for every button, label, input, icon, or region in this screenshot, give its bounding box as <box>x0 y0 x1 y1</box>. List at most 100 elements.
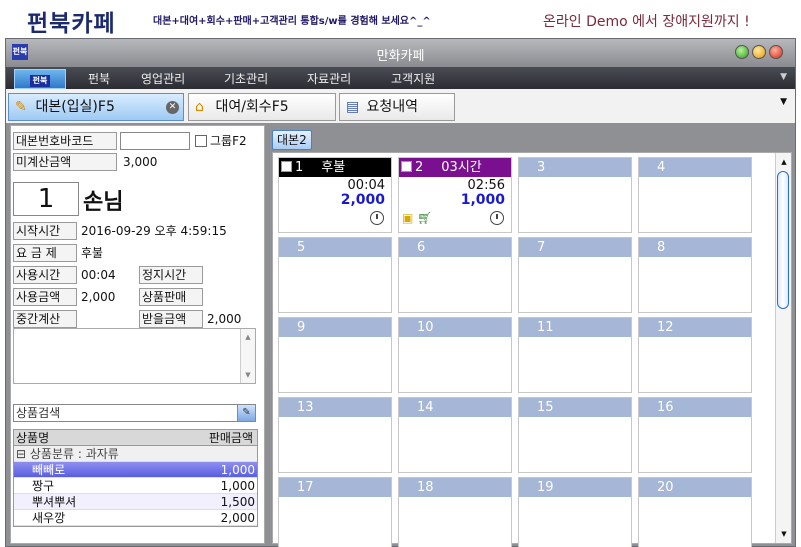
use-time-label: 사용시간 <box>13 266 77 284</box>
title-bar: 펀북 만화카페 <box>6 39 795 67</box>
tab-rental-return[interactable]: ⌂ 대여/회수F5 <box>188 93 336 121</box>
seat-header: 1 후불 <box>279 158 391 177</box>
scroll-up-icon[interactable]: ▲ <box>242 330 254 344</box>
seat-header: 3 <box>519 158 631 177</box>
table-row[interactable]: 뿌셔뿌셔 1,500 <box>14 494 257 510</box>
table-row[interactable]: 새우깡 2,000 <box>14 510 257 526</box>
menu-item-data[interactable]: 자료관리 <box>307 70 351 87</box>
goods-sale-button[interactable]: 상품판매 <box>139 288 203 306</box>
seat-card-6[interactable]: 6 <box>398 237 512 313</box>
seat-header: 2 03시간 <box>399 158 511 177</box>
table-row[interactable]: 빼빼로 1,000 <box>14 462 257 478</box>
category-text: 상품분류 : 과자류 <box>29 447 119 461</box>
scroll-up-icon[interactable]: ▲ <box>778 155 790 169</box>
seat-header: 18 <box>399 478 511 497</box>
category-row[interactable]: ⊟ 상품분류 : 과자류 <box>14 446 257 462</box>
seat-number: 15 <box>537 400 554 415</box>
seat-amount: 1,000 <box>460 192 505 208</box>
maximize-button[interactable] <box>735 45 749 59</box>
seat-card-20[interactable]: 20 <box>638 477 752 547</box>
seat-header: 10 <box>399 318 511 337</box>
seat-card-11[interactable]: 11 <box>518 317 632 393</box>
menu-logo-tab[interactable]: 펀북 <box>14 69 66 89</box>
seat-card-10[interactable]: 10 <box>398 317 512 393</box>
receive-amount-label: 받을금액 <box>139 310 203 328</box>
scroll-down-icon[interactable]: ▼ <box>778 527 790 541</box>
seat-header: 8 <box>639 238 751 257</box>
cart-icon: 🛒︎ <box>417 211 433 225</box>
seat-card-9[interactable]: 9 <box>278 317 392 393</box>
seat-card-15[interactable]: 15 <box>518 397 632 473</box>
memo-scrollbar[interactable]: ▲ ▼ <box>240 329 255 383</box>
barcode-label: 대본번호바코드 <box>13 132 117 150</box>
tab-rental-entry[interactable]: ✎ 대본(입실)F5 ✕ <box>8 93 184 121</box>
seat-number: 11 <box>537 320 554 335</box>
scroll-down-icon[interactable]: ▼ <box>242 368 254 382</box>
seat-grid-scrollbar[interactable]: ▲ ▼ <box>775 153 791 543</box>
close-button[interactable] <box>769 45 783 59</box>
seat-time: 00:04 <box>347 178 385 193</box>
group-label: 그룹F2 <box>210 134 247 148</box>
menu-logo-label: 펀북 <box>29 75 51 87</box>
seat-card-13[interactable]: 13 <box>278 397 392 473</box>
seat-card-1[interactable]: 1 후불 00:04 2,000 <box>278 157 392 233</box>
seat-header: 7 <box>519 238 631 257</box>
seat-card-8[interactable]: 8 <box>638 237 752 313</box>
barcode-input[interactable] <box>120 132 190 150</box>
seat-card-7[interactable]: 7 <box>518 237 632 313</box>
group-checkbox[interactable] <box>195 135 207 147</box>
product-table: 상품명 판매금액 ⊟ 상품분류 : 과자류 빼빼로 1,000 짱구 1,000… <box>13 429 258 527</box>
seat-plan: 03시간 <box>441 160 482 175</box>
menu-expand-icon[interactable]: ▼ <box>780 72 787 82</box>
banner-logo: 펀북카페 <box>27 11 116 37</box>
seat-card-17[interactable]: 17 <box>278 477 392 547</box>
menu-bar: 펀북 펀북 영업관리 기초관리 자료관리 고객지원 ▼ <box>6 67 795 89</box>
seat-card-2[interactable]: 2 03시간 02:56 1,000 ▣ 🛒︎ <box>398 157 512 233</box>
seat-header: 12 <box>639 318 751 337</box>
seat-checkbox[interactable] <box>281 161 292 172</box>
seat-card-18[interactable]: 18 <box>398 477 512 547</box>
menu-item-funbook[interactable]: 펀북 <box>88 70 110 87</box>
menu-item-basic[interactable]: 기초관리 <box>224 70 268 87</box>
banner: 펀북카페 대본+대여+회수+판매+고객관리 통합s/w를 경험해 보세요^_^ … <box>0 0 801 38</box>
seat-card-19[interactable]: 19 <box>518 477 632 547</box>
menu-item-sales[interactable]: 영업관리 <box>141 70 185 87</box>
tab-requests[interactable]: ▤ 요청내역 <box>339 93 455 121</box>
seat-card-4[interactable]: 4 <box>638 157 752 233</box>
seat-checkbox[interactable] <box>401 161 412 172</box>
seat-number: 7 <box>537 240 546 255</box>
tab-close-icon[interactable]: ✕ <box>166 101 179 114</box>
product-price: 2,000 <box>220 511 255 525</box>
seat-card-16[interactable]: 16 <box>638 397 752 473</box>
use-time-value: 00:04 <box>81 268 116 282</box>
memo-textarea[interactable]: ▲ ▼ <box>13 328 256 384</box>
seat-card-5[interactable]: 5 <box>278 237 392 313</box>
seat-number: 6 <box>417 240 426 255</box>
scroll-thumb[interactable] <box>777 171 789 309</box>
search-icon[interactable]: ✎ <box>237 405 255 421</box>
screen: 펀북카페 대본+대여+회수+판매+고객관리 통합s/w를 경험해 보세요^_^ … <box>0 0 801 547</box>
tab-strip: ✎ 대본(입실)F5 ✕ ⌂ 대여/회수F5 ▤ 요청내역 ▼ <box>6 89 795 123</box>
mid-calc-button[interactable]: 중간계산 <box>13 310 77 328</box>
subtab-rental2[interactable]: 대본2 <box>272 130 312 150</box>
product-name: 짱구 <box>32 479 55 493</box>
table-row[interactable]: 짱구 1,000 <box>14 478 257 494</box>
seat-number: 13 <box>297 400 314 415</box>
seat-card-12[interactable]: 12 <box>638 317 752 393</box>
seat-card-3[interactable]: 3 <box>518 157 632 233</box>
minimize-button[interactable] <box>752 45 766 59</box>
tab-list-dropdown-icon[interactable]: ▼ <box>780 97 787 107</box>
seat-number: 20 <box>657 480 674 495</box>
seat-number: 14 <box>417 400 434 415</box>
product-search-input[interactable]: 상품검색 ✎ <box>13 404 256 422</box>
seat-number: 10 <box>417 320 434 335</box>
stop-time-button[interactable]: 정지시간 <box>139 266 203 284</box>
seat-header: 16 <box>639 398 751 417</box>
seat-status-icons: ▣ 🛒︎ <box>402 211 432 225</box>
seat-number: 16 <box>657 400 674 415</box>
clock-icon <box>490 211 504 225</box>
splitter-handle[interactable]: ◦ <box>267 359 272 368</box>
seat-number: 5 <box>297 240 306 255</box>
menu-item-support[interactable]: 고객지원 <box>391 70 435 87</box>
seat-card-14[interactable]: 14 <box>398 397 512 473</box>
